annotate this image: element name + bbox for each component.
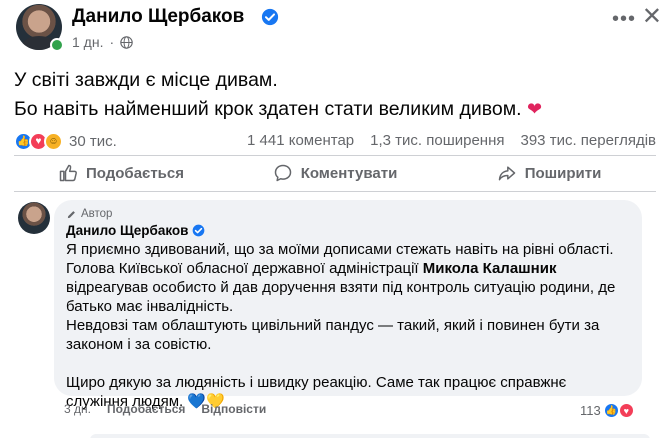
post-header: Данило Щербаков 1 дн. · ••• ✕ bbox=[12, 0, 662, 62]
post-stats: 👍 ♥ ☺ 30 тис. 1 441 коментар 1,3 тис. по… bbox=[14, 132, 656, 154]
post-line-1: У світі завжди є місце дивам. bbox=[14, 69, 278, 91]
thumbs-up-icon bbox=[59, 164, 77, 182]
love-reaction-icon: ♥ bbox=[617, 402, 635, 419]
comment-paragraph-2: Голова Київської обласної державної адмі… bbox=[66, 259, 630, 316]
post-line-2-text: Бо навіть найменший крок здатен стати ве… bbox=[14, 98, 522, 120]
post-time[interactable]: 1 дн. bbox=[72, 34, 103, 50]
pen-icon bbox=[67, 210, 75, 218]
comment-paragraph-1: Я приємно здивований, що за моїми дописа… bbox=[66, 241, 614, 258]
verified-badge-icon bbox=[193, 224, 205, 237]
meta-separator: · bbox=[109, 34, 115, 50]
comment-reactions-count: 113 bbox=[580, 403, 601, 418]
close-icon[interactable]: ✕ bbox=[642, 2, 662, 31]
author-tag-label: Автор bbox=[81, 208, 113, 220]
divider-bottom bbox=[14, 191, 656, 192]
stats-right: 1 441 коментар 1,3 тис. поширення 393 ти… bbox=[247, 132, 656, 149]
comment-reply-button[interactable]: Відповісти bbox=[201, 402, 266, 416]
comment-avatar[interactable] bbox=[18, 202, 50, 234]
comment-button-label: Коментувати bbox=[300, 164, 398, 182]
author-name[interactable]: Данило Щербаков bbox=[72, 6, 244, 28]
comment-time[interactable]: 3 дн. bbox=[64, 402, 91, 416]
comment: Автор Данило Щербаков Я приємно здивован… bbox=[12, 198, 662, 438]
share-button[interactable]: Поширити bbox=[442, 158, 656, 188]
reactions-summary[interactable]: 👍 ♥ ☺ 30 тис. bbox=[14, 132, 117, 151]
author-tag: Автор bbox=[66, 208, 630, 220]
comment-button[interactable]: Коментувати bbox=[228, 158, 442, 188]
comment-paragraph-3: Невдовзі там облаштують цивільний пандус… bbox=[66, 317, 600, 353]
care-reaction-icon: ☺ bbox=[44, 132, 63, 151]
share-icon bbox=[498, 166, 515, 181]
comment-paragraph-2-start: Голова Київської обласної державної адмі… bbox=[66, 260, 423, 277]
comment-bubble: Автор Данило Щербаков Я приємно здивован… bbox=[54, 200, 642, 410]
more-horizontal-icon[interactable]: ••• bbox=[612, 8, 636, 31]
mentioned-name: Микола Калашник bbox=[422, 260, 557, 277]
comment-text: Я приємно здивований, що за моїми дописа… bbox=[66, 240, 630, 411]
post-text: У світі завжди є місце дивам. Бо навіть … bbox=[14, 66, 654, 124]
globe-icon bbox=[120, 35, 133, 49]
comment-like-button[interactable]: Подобається bbox=[107, 402, 185, 416]
reply-preview bbox=[90, 434, 650, 438]
share-button-label: Поширити bbox=[524, 164, 602, 182]
views-count: 393 тис. переглядів bbox=[520, 132, 657, 149]
comment-actions: 3 дн. Подобається Відповісти bbox=[64, 402, 266, 416]
comments-count[interactable]: 1 441 коментар bbox=[247, 132, 354, 149]
reactions-count: 30 тис. bbox=[69, 133, 117, 150]
online-status-dot bbox=[50, 38, 64, 52]
like-button[interactable]: Подобається bbox=[14, 158, 228, 188]
divider-top bbox=[14, 155, 656, 156]
post-meta: 1 дн. · bbox=[72, 34, 133, 50]
comment-author[interactable]: Данило Щербаков bbox=[66, 223, 630, 238]
comment-author-name: Данило Щербаков bbox=[66, 223, 189, 238]
post-action-bar: Подобається Коментувати Поширити bbox=[14, 158, 656, 188]
comment-reactions[interactable]: 113 👍 ♥ bbox=[580, 402, 635, 419]
comment-paragraph-2-end: відреагував особисто й дав доручення взя… bbox=[66, 279, 616, 315]
verified-badge-icon bbox=[261, 8, 279, 26]
post-line-2: Бо навіть найменший крок здатен стати ве… bbox=[14, 95, 654, 124]
comment-icon bbox=[274, 164, 291, 182]
like-button-label: Подобається bbox=[86, 164, 184, 182]
shares-count[interactable]: 1,3 тис. поширення bbox=[370, 132, 504, 149]
heart-emoji: ❤ bbox=[526, 99, 543, 119]
